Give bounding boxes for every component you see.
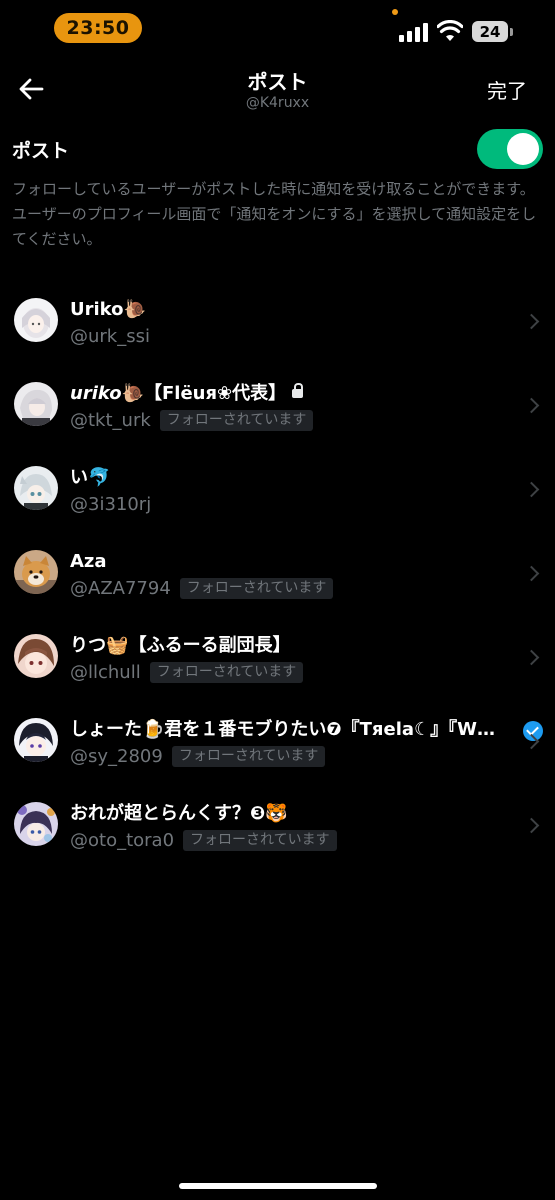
battery-cap <box>510 28 513 36</box>
user-display-name-italic: uriko <box>70 383 122 404</box>
user-meta: @llchull フォローされています <box>70 660 304 684</box>
user-handle: @urk_ssi <box>70 325 150 347</box>
user-row[interactable]: りつ🧺【ふるーる副団長】 @llchull フォローされています <box>0 614 555 698</box>
user-handle: @tkt_urk <box>70 409 151 431</box>
follows-you-badge: フォローされています <box>183 829 337 851</box>
setting-description: フォローしているユーザーがポストした時に通知を受け取ることができます。ユーザーの… <box>12 180 537 248</box>
avatar <box>14 550 58 594</box>
user-meta: @sy_2809 フォローされています <box>70 744 326 768</box>
user-row[interactable]: Uriko🐌 @urk_ssi <box>0 278 555 362</box>
user-row[interactable]: uriko🐌【Flëuя❀代表】 @tkt_urk フォローされています <box>0 362 555 446</box>
battery-indicator: 24 <box>472 21 508 42</box>
avatar <box>14 298 58 342</box>
avatar <box>14 718 58 762</box>
user-meta: @urk_ssi <box>70 324 150 348</box>
follows-you-badge: フォローされています <box>159 409 314 431</box>
toggle-knob <box>507 133 539 165</box>
user-row[interactable]: おれが超とらんくす？❸🐯 @oto_tora0 フォローされています <box>0 782 555 866</box>
avatar <box>14 466 58 510</box>
user-display-name: Aza <box>70 551 107 572</box>
cellular-signal-icon <box>399 22 429 42</box>
status-time: 23:50 <box>54 13 142 43</box>
avatar <box>14 634 58 678</box>
wifi-icon <box>437 20 463 41</box>
follows-you-badge: フォローされています <box>179 577 334 599</box>
user-meta: @3i310rj <box>70 492 151 516</box>
privacy-indicator-dot <box>392 9 398 15</box>
post-notification-label: ポスト <box>12 140 70 162</box>
user-list: Uriko🐌 @urk_ssi uriko🐌【Flëuя❀代表】 @tkt_ur… <box>0 278 555 866</box>
user-handle: @oto_tora0 <box>70 829 175 851</box>
home-indicator[interactable] <box>179 1183 377 1189</box>
status-bar: 23:50 24 <box>0 0 555 60</box>
user-display-name: Uriko🐌 <box>70 299 146 320</box>
user-handle: @3i310rj <box>70 493 152 515</box>
user-display-name: おれが超とらんくす？❸🐯 <box>70 803 288 824</box>
avatar <box>14 382 58 426</box>
user-meta: @AZA7794 フォローされています <box>70 576 334 600</box>
lock-icon <box>292 383 304 398</box>
user-handle: @AZA7794 <box>70 577 171 599</box>
user-row[interactable]: しょーた🍺君を１番モブりたい❼『Tяela☾』『W… @sy_2809 フォロー… <box>0 698 555 782</box>
user-handle: @sy_2809 <box>70 745 163 767</box>
post-notification-toggle[interactable] <box>477 129 543 169</box>
user-row[interactable]: い🐬 @3i310rj <box>0 446 555 530</box>
user-display-name: い🐬 <box>70 467 111 488</box>
user-display-name: りつ🧺【ふるーる副団長】 <box>70 635 291 656</box>
user-display-name: しょーた🍺君を１番モブりたい❼『Tяela☾』『W… <box>70 719 496 740</box>
follows-you-badge: フォローされています <box>171 745 326 767</box>
avatar <box>14 802 58 846</box>
user-meta: @oto_tora0 フォローされています <box>70 828 337 852</box>
user-row[interactable]: Aza @AZA7794 フォローされています <box>0 530 555 614</box>
done-button[interactable]: 完了 <box>470 75 544 104</box>
user-display-name: uriko🐌【Flëuя❀代表】 <box>70 382 530 406</box>
user-handle: @llchull <box>70 661 141 683</box>
follows-you-badge: フォローされています <box>149 661 304 683</box>
user-display-name-rest: 🐌【Flëuя❀代表】 <box>121 383 287 404</box>
user-meta: @tkt_urk フォローされています <box>70 408 314 432</box>
